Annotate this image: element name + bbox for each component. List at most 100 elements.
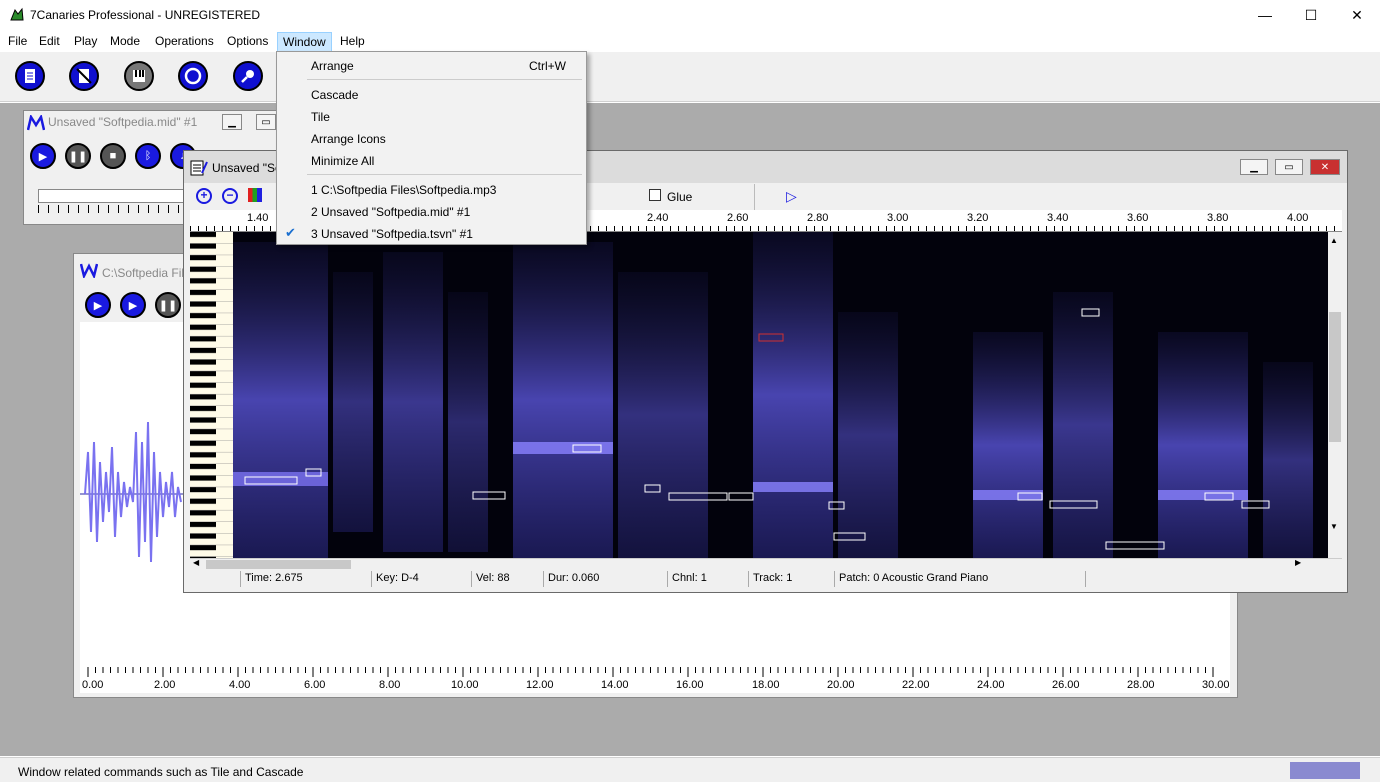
audio-play-start-button[interactable]: ▶ (85, 292, 111, 318)
midi-app-icon (27, 115, 45, 131)
record-circle-icon (184, 67, 202, 85)
midi-pause-button[interactable]: ❚❚ (65, 143, 91, 169)
palette-button[interactable] (248, 188, 262, 202)
spectrogram-graphic (233, 232, 1313, 558)
audio-ruler-label: 26.00 (1052, 679, 1080, 691)
record-circle-button[interactable] (178, 61, 208, 91)
play-icon: ▷ (786, 188, 797, 204)
menu-file[interactable]: File (3, 32, 32, 52)
maximize-icon: ☐ (1304, 6, 1318, 23)
midi-stop-button[interactable]: ■ (100, 143, 126, 169)
vscroll-thumb[interactable] (1329, 312, 1341, 442)
midi-play-button[interactable]: ▶ (30, 143, 56, 169)
audio-ruler-label: 0.00 (82, 679, 104, 691)
checkmark-icon: ✔ (285, 225, 296, 240)
audio-ruler-label: 18.00 (752, 679, 780, 691)
piano-keys-button[interactable] (124, 61, 154, 91)
midi-window-title: Unsaved "Softpedia.mid" #1 (48, 115, 198, 129)
menu-item-arrange-icons[interactable]: Arrange Icons (277, 127, 586, 149)
audio-ruler-label: 20.00 (827, 679, 855, 691)
spectrogram-canvas[interactable] (233, 232, 1328, 558)
microphone-button[interactable] (233, 61, 263, 91)
status-patch: Patch: 0 Acoustic Grand Piano (834, 571, 1084, 587)
audio-ruler-ticks (87, 667, 1214, 677)
status-duration: Dur: 0.060 (543, 571, 663, 587)
audio-ruler-label: 2.00 (154, 679, 176, 691)
status-empty (1085, 571, 1335, 587)
audio-ruler-label: 10.00 (451, 679, 479, 691)
tsvn-minimize-button[interactable]: ▁ (1240, 159, 1268, 175)
hscroll-thumb[interactable] (206, 560, 351, 569)
menu-play[interactable]: Play (69, 32, 102, 52)
audio-ruler-label: 22.00 (902, 679, 930, 691)
menu-item-window-3[interactable]: ✔ 3 Unsaved "Softpedia.tsvn" #1 (277, 222, 586, 244)
menu-mode[interactable]: Mode (105, 32, 145, 52)
audio-pause-button[interactable]: ❚❚ (155, 292, 181, 318)
menu-item-arrange[interactable]: Arrange Ctrl+W (277, 54, 586, 76)
status-bar: Window related commands such as Tile and… (0, 757, 1380, 782)
zoom-out-icon: − (226, 188, 234, 202)
tsvn-close-button[interactable]: ✕ (1310, 159, 1340, 175)
scroll-up-icon: ▲ (1330, 236, 1338, 245)
piano-keys-graphic (190, 232, 233, 558)
audio-ruler-label: 16.00 (676, 679, 704, 691)
menu-operations[interactable]: Operations (150, 32, 219, 52)
menu-item-label: 2 Unsaved "Softpedia.mid" #1 (311, 205, 471, 219)
tsvn-ruler-label: 1.40 (247, 212, 269, 224)
menu-separator (307, 79, 582, 80)
audio-play-button[interactable]: ▶ (120, 292, 146, 318)
tsvn-ruler-label: 2.60 (727, 212, 749, 224)
tsvn-ruler-label: 3.80 (1207, 212, 1229, 224)
midi-bluetooth-button[interactable]: ᛒ (135, 143, 161, 169)
audio-ruler-label: 28.00 (1127, 679, 1155, 691)
window-menu-dropdown: Arrange Ctrl+W Cascade Tile Arrange Icon… (276, 51, 587, 245)
glue-checkbox[interactable] (649, 189, 661, 201)
wave-app-icon (80, 263, 98, 278)
audio-ruler-label: 12.00 (526, 679, 554, 691)
menu-item-label: Cascade (311, 88, 359, 102)
scroll-right-icon: ▶ (1295, 558, 1302, 567)
piano-keyboard[interactable] (190, 232, 233, 558)
scroll-down-icon: ▼ (1330, 522, 1338, 531)
midi-restore-button[interactable]: ▭ (256, 114, 276, 130)
menu-separator (307, 174, 582, 175)
close-button[interactable]: ✕ (1334, 0, 1380, 30)
microphone-icon (241, 70, 254, 83)
menu-edit[interactable]: Edit (34, 32, 65, 52)
tsvn-editor: ▲ ▼ (190, 232, 1342, 558)
tsvn-vertical-scrollbar[interactable]: ▲ ▼ (1328, 232, 1342, 538)
status-key: Key: D-4 (371, 571, 468, 587)
maximize-button[interactable]: ☐ (1288, 0, 1334, 30)
status-channel: Chnl: 1 (667, 571, 745, 587)
menu-item-label: Tile (311, 110, 330, 124)
menu-item-cascade[interactable]: Cascade (277, 83, 586, 105)
glue-label: Glue (667, 190, 693, 204)
minimize-button[interactable]: — (1242, 0, 1288, 30)
status-velocity: Vel: 88 (471, 571, 541, 587)
new-document-button[interactable] (15, 61, 45, 91)
tsvn-play-button[interactable]: ▷ (786, 188, 800, 204)
piano-keys-icon (133, 70, 145, 82)
menu-item-tile[interactable]: Tile (277, 105, 586, 127)
tsvn-status-bar: Time: 2.675 Key: D-4 Vel: 88 Dur: 0.060 … (190, 570, 1342, 587)
menu-item-minimize-all[interactable]: Minimize All (277, 149, 586, 171)
menu-item-window-1[interactable]: 1 C:\Softpedia Files\Softpedia.mp3 (277, 178, 586, 200)
play-icon: ▶ (128, 299, 138, 312)
audio-ruler-label: 14.00 (601, 679, 629, 691)
audio-window-title: C:\Softpedia Fil (102, 266, 185, 280)
tsvn-restore-button[interactable]: ▭ (1275, 159, 1303, 175)
zoom-in-button[interactable]: + (196, 188, 212, 204)
midi-window-titlebar[interactable]: Unsaved "Softpedia.mid" #1 ▁ ▭ (24, 111, 287, 133)
toolbar-divider (754, 184, 755, 210)
tsvn-horizontal-scrollbar[interactable]: ◀ ▶ (190, 558, 1342, 570)
zoom-out-button[interactable]: − (222, 188, 238, 204)
midi-minimize-button[interactable]: ▁ (222, 114, 242, 130)
pause-icon: ❚❚ (158, 299, 178, 312)
no-document-button[interactable] (69, 61, 99, 91)
tsvn-ruler-label: 3.00 (887, 212, 909, 224)
menu-options[interactable]: Options (222, 32, 273, 52)
tsvn-window-title: Unsaved "So (212, 161, 282, 175)
menu-help[interactable]: Help (335, 32, 370, 52)
menu-window[interactable]: Window (277, 32, 332, 52)
menu-item-window-2[interactable]: 2 Unsaved "Softpedia.mid" #1 (277, 200, 586, 222)
